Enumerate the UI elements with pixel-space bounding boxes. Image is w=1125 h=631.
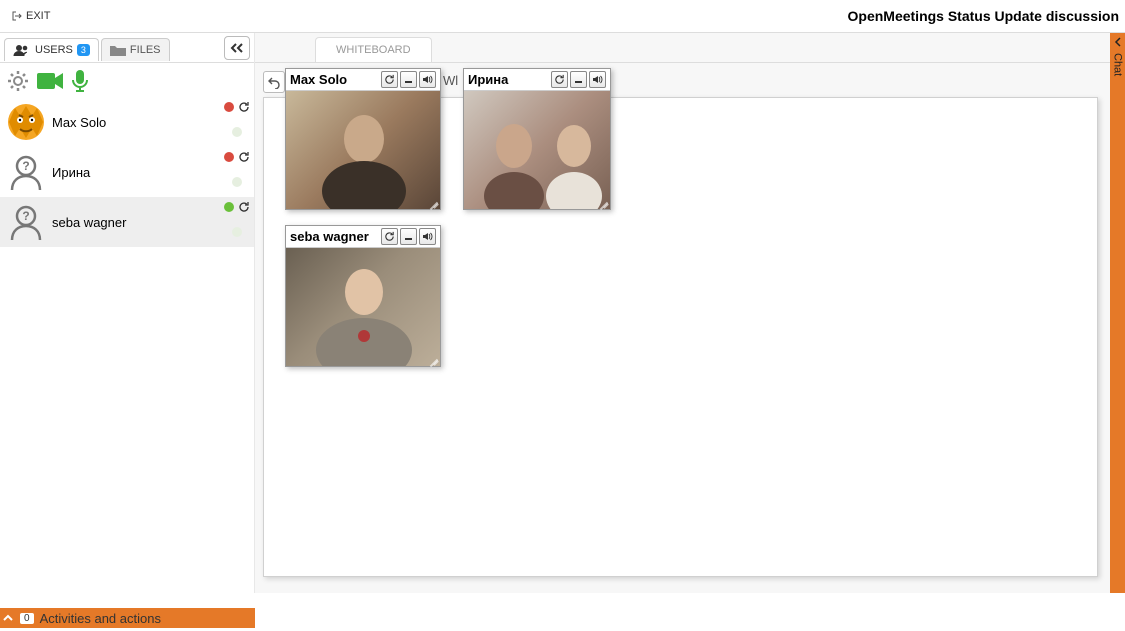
refresh-icon[interactable] — [238, 201, 250, 213]
refresh-icon — [384, 74, 395, 85]
camera-icon[interactable] — [36, 70, 64, 92]
user-name-label: Max Solo — [52, 115, 106, 130]
refresh-icon[interactable] — [238, 101, 250, 113]
minimize-icon — [403, 74, 414, 85]
activities-count: 0 — [20, 613, 34, 624]
video-volume-button[interactable] — [589, 71, 606, 88]
user-status — [224, 101, 250, 137]
gear-icon[interactable] — [6, 69, 30, 93]
user-item-seba-wagner[interactable]: ? seba wagner — [0, 197, 254, 247]
exit-icon — [12, 11, 22, 21]
speaker-icon — [422, 74, 433, 85]
top-bar: EXIT OpenMeetings Status Update discussi… — [0, 0, 1125, 33]
video-header[interactable]: seba wagner — [286, 226, 440, 248]
video-refresh-button[interactable] — [381, 71, 398, 88]
resize-grip[interactable] — [596, 195, 610, 209]
users-icon — [13, 44, 31, 56]
user-name-label: Ирина — [52, 165, 90, 180]
tab-users[interactable]: USERS 3 — [4, 38, 99, 61]
video-name: seba wagner — [290, 229, 381, 244]
chevron-left-icon — [1113, 37, 1123, 47]
avatar: ? — [6, 202, 46, 242]
exit-label: EXIT — [26, 10, 50, 22]
status-dot — [224, 202, 234, 212]
folder-icon — [110, 44, 126, 56]
speaker-icon — [592, 74, 603, 85]
user-item-max-solo[interactable]: Max Solo — [0, 97, 254, 147]
video-stream — [286, 248, 440, 366]
user-list: Max Solo ? Ирина — [0, 97, 254, 593]
room-title: OpenMeetings Status Update discussion — [848, 8, 1120, 24]
user-name-label: seba wagner — [52, 215, 126, 230]
video-refresh-button[interactable] — [381, 228, 398, 245]
video-name: Max Solo — [290, 72, 381, 87]
activities-label: Activities and actions — [40, 611, 161, 626]
collapse-sidebar-button[interactable] — [224, 36, 250, 60]
video-tile-max-solo[interactable]: Max Solo — [285, 68, 441, 210]
video-header[interactable]: Ирина — [464, 69, 610, 91]
minimize-icon — [573, 74, 584, 85]
undo-button[interactable] — [263, 71, 285, 93]
user-status — [224, 201, 250, 237]
video-volume-button[interactable] — [419, 228, 436, 245]
activities-bar[interactable]: 0 Activities and actions — [0, 608, 255, 628]
video-refresh-button[interactable] — [551, 71, 568, 88]
resize-grip[interactable] — [426, 195, 440, 209]
video-name: Ирина — [468, 72, 551, 87]
avatar — [6, 102, 46, 142]
video-minimize-button[interactable] — [400, 228, 417, 245]
tab-whiteboard[interactable]: WHITEBOARD — [315, 37, 432, 62]
video-volume-button[interactable] — [419, 71, 436, 88]
tab-files[interactable]: FILES — [101, 38, 170, 61]
tab-files-label: FILES — [130, 44, 161, 56]
whiteboard-tabs: WHITEBOARD — [255, 33, 1110, 63]
left-panel: USERS 3 FILES Max Solo — [0, 33, 255, 593]
video-stream — [286, 91, 440, 209]
video-tile-seba-wagner[interactable]: seba wagner — [285, 225, 441, 367]
status-dot-secondary — [232, 177, 242, 187]
users-count-badge: 3 — [77, 44, 90, 56]
avatar: ? — [6, 152, 46, 192]
panel-tabs: USERS 3 FILES — [0, 33, 254, 63]
undo-icon — [267, 75, 281, 89]
refresh-icon — [554, 74, 565, 85]
chevron-double-left-icon — [230, 42, 244, 54]
speaker-icon — [422, 231, 433, 242]
whiteboard-toolbar — [263, 71, 285, 93]
refresh-icon[interactable] — [238, 151, 250, 163]
status-dot-secondary — [232, 127, 242, 137]
user-status — [224, 151, 250, 187]
main-area: USERS 3 FILES Max Solo — [0, 33, 1125, 593]
video-stream — [464, 91, 610, 209]
chat-panel-toggle[interactable]: Chat — [1110, 33, 1125, 593]
av-controls — [0, 63, 254, 97]
refresh-icon — [384, 231, 395, 242]
user-item-irina[interactable]: ? Ирина — [0, 147, 254, 197]
whiteboard-label-fragment: Wl — [443, 73, 458, 88]
video-tile-irina[interactable]: Ирина — [463, 68, 611, 210]
svg-text:?: ? — [22, 209, 29, 223]
tab-users-label: USERS — [35, 44, 73, 56]
svg-text:?: ? — [22, 159, 29, 173]
status-dot — [224, 152, 234, 162]
video-minimize-button[interactable] — [400, 71, 417, 88]
chevron-up-icon — [2, 612, 14, 624]
video-header[interactable]: Max Solo — [286, 69, 440, 91]
chat-label: Chat — [1112, 53, 1124, 76]
exit-button[interactable]: EXIT — [6, 6, 56, 26]
minimize-icon — [403, 231, 414, 242]
status-dot-secondary — [232, 227, 242, 237]
mic-icon[interactable] — [70, 69, 90, 93]
resize-grip[interactable] — [426, 352, 440, 366]
status-dot — [224, 102, 234, 112]
video-minimize-button[interactable] — [570, 71, 587, 88]
center-area: WHITEBOARD Wl Max Solo — [255, 33, 1110, 593]
